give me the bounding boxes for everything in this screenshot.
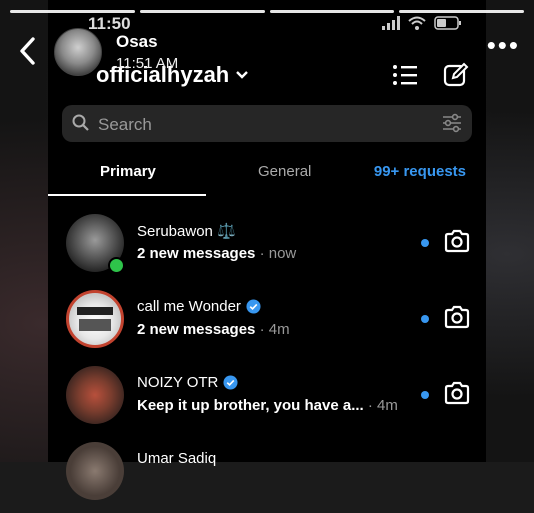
filter-icon[interactable] <box>442 113 462 133</box>
unread-dot <box>421 315 429 323</box>
story-timestamp: 11:51 AM <box>116 55 179 72</box>
chat-name: Serubawon ⚖️ <box>137 223 236 240</box>
verified-badge-icon <box>246 299 261 314</box>
tab-general[interactable]: General <box>258 163 311 180</box>
camera-icon[interactable] <box>444 305 470 329</box>
chat-row[interactable]: call me Wonder 2 new messages · 4m <box>48 285 486 361</box>
story-avatar[interactable] <box>54 28 102 76</box>
camera-icon[interactable] <box>444 229 470 253</box>
online-indicator <box>108 257 125 274</box>
story-progress-segment <box>10 10 135 13</box>
story-progress-segment <box>269 10 395 13</box>
more-options-icon[interactable]: ••• <box>487 32 520 58</box>
tab-requests[interactable]: 99+ requests <box>374 163 466 180</box>
story-author-name[interactable]: Osas <box>116 32 158 52</box>
story-progress-segment <box>139 10 265 13</box>
inbox-tabs: Primary General 99+ requests <box>48 160 486 196</box>
story-progress-segment <box>399 10 524 13</box>
tab-primary[interactable]: Primary <box>100 163 156 180</box>
search-bar[interactable] <box>62 105 472 144</box>
unread-dot <box>421 391 429 399</box>
chat-row[interactable]: NOIZY OTR Keep it up brother, you have a… <box>48 361 486 437</box>
back-arrow-icon[interactable] <box>16 36 40 66</box>
chat-preview: 2 new messages · 4m <box>137 321 290 338</box>
chat-row[interactable]: Umar Sadiq <box>48 437 486 513</box>
story-header: Osas 11:51 AM ••• <box>0 22 534 82</box>
unread-dot <box>421 239 429 247</box>
verified-badge-icon <box>223 375 238 390</box>
chat-preview: Keep it up brother, you have a... · 4m <box>137 397 398 414</box>
camera-icon[interactable] <box>444 381 470 405</box>
chat-preview: 2 new messages · now <box>137 245 297 262</box>
avatar <box>66 290 124 348</box>
avatar-logo <box>77 307 113 331</box>
avatar <box>66 442 124 500</box>
active-tab-indicator <box>48 194 206 196</box>
story-progress <box>10 10 524 13</box>
search-icon <box>72 114 89 131</box>
chat-row[interactable]: Serubawon ⚖️ 2 new messages · now <box>48 209 486 285</box>
avatar <box>66 366 124 424</box>
chat-name: NOIZY OTR <box>137 374 238 391</box>
chat-name: call me Wonder <box>137 298 261 315</box>
chat-name: Umar Sadiq <box>137 450 217 467</box>
search-input[interactable] <box>96 105 420 144</box>
